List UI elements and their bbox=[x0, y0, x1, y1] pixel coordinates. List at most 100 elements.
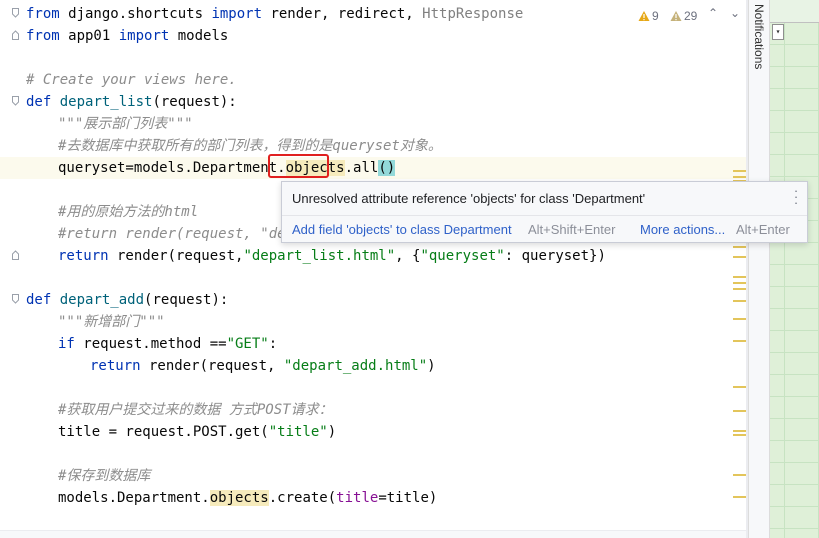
string: "GET" bbox=[226, 336, 269, 352]
error-stripe-mark[interactable] bbox=[733, 276, 746, 278]
code-text: render(request, bbox=[108, 248, 244, 264]
annotation-highlight-box bbox=[268, 154, 329, 178]
add-field-quick-fix-link[interactable]: Add field 'objects' to class Department bbox=[292, 222, 512, 237]
fold-marker-icon[interactable] bbox=[12, 30, 19, 40]
function-name: depart_add bbox=[59, 292, 145, 308]
keyword: from bbox=[26, 6, 60, 22]
keyword: return bbox=[90, 358, 141, 374]
code-line-7[interactable]: #去数据库中获取所有的部门列表，得到的是queryset对象。 bbox=[58, 135, 442, 157]
code-line-15[interactable]: """新增部门""" bbox=[58, 311, 165, 333]
code-text: app01 bbox=[59, 28, 119, 44]
more-actions-shortcut: Alt+Enter bbox=[736, 222, 790, 237]
error-stripe-mark[interactable] bbox=[733, 434, 746, 436]
string: "depart_add.html" bbox=[283, 358, 428, 374]
code-line-5[interactable]: def depart_list(request): bbox=[26, 91, 237, 113]
code-text: =title) bbox=[378, 490, 438, 506]
popup-divider bbox=[282, 215, 807, 216]
code-text: : bbox=[268, 336, 278, 352]
error-stripe-mark[interactable] bbox=[733, 300, 746, 302]
error-stripe-mark[interactable] bbox=[733, 318, 746, 320]
notifications-label[interactable]: Notifications bbox=[752, 4, 766, 69]
code-text: models.Department. bbox=[58, 490, 210, 506]
error-stripe-mark[interactable] bbox=[733, 430, 746, 432]
editor-bottom-edge bbox=[0, 530, 748, 538]
previous-highlight-chevron-up-icon[interactable]: ⌃ bbox=[706, 6, 720, 20]
code-text: .create( bbox=[268, 490, 337, 506]
error-stripe-mark[interactable] bbox=[733, 170, 746, 172]
error-stripe-mark[interactable] bbox=[733, 496, 746, 498]
matched-parens: () bbox=[378, 160, 396, 176]
keyword: return bbox=[58, 248, 109, 264]
comment: #return render(request, "dep bbox=[58, 226, 295, 242]
code-line-12[interactable]: return render(request,"depart_list.html"… bbox=[58, 245, 606, 267]
code-line-6[interactable]: """展示部门列表""" bbox=[58, 113, 193, 135]
spreadsheet-header bbox=[770, 0, 819, 23]
code-line-16[interactable]: if request.method =="GET": bbox=[58, 333, 277, 355]
code-line-11[interactable]: #return render(request, "dep bbox=[58, 223, 294, 245]
error-stripe-mark[interactable] bbox=[733, 282, 746, 284]
error-stripe-mark[interactable] bbox=[733, 340, 746, 342]
docstring: """新增部门""" bbox=[58, 314, 165, 330]
fold-marker-icon[interactable] bbox=[12, 294, 19, 304]
fold-marker-icon[interactable] bbox=[12, 250, 19, 260]
more-actions-link[interactable]: More actions... bbox=[640, 222, 725, 237]
code-editor[interactable]: from django.shortcuts import render, red… bbox=[0, 0, 748, 538]
fold-marker-icon[interactable] bbox=[12, 96, 19, 106]
code-line-10[interactable]: #用的原始方法的html bbox=[58, 201, 198, 223]
code-line-14[interactable]: def depart_add(request): bbox=[26, 289, 228, 311]
notifications-tool-window-strip[interactable]: Notifications bbox=[748, 0, 770, 538]
code-line-22[interactable]: #保存到数据库 bbox=[58, 465, 150, 487]
comment: #保存到数据库 bbox=[58, 468, 151, 484]
error-stripe-mark[interactable] bbox=[733, 386, 746, 388]
string: "title" bbox=[268, 424, 328, 440]
code-line-23[interactable]: models.Department.objects.create(title=t… bbox=[58, 487, 437, 509]
code-text: , { bbox=[395, 248, 421, 264]
code-line-20[interactable]: title = request.POST.get("title") bbox=[58, 421, 336, 443]
code-line-17[interactable]: return render(request, "depart_add.html"… bbox=[90, 355, 436, 377]
quick-fix-shortcut: Alt+Shift+Enter bbox=[528, 222, 616, 237]
editor-gutter[interactable] bbox=[0, 0, 22, 538]
code-text: ) bbox=[327, 424, 337, 440]
weak-warnings-indicator[interactable]: 29 bbox=[670, 6, 697, 26]
string: "depart_list.html" bbox=[243, 248, 396, 264]
code-text: title = request.POST.get( bbox=[58, 424, 269, 440]
code-text: .all bbox=[344, 160, 379, 176]
keyword: if bbox=[58, 336, 75, 352]
more-options-kebab-icon[interactable]: · · · bbox=[791, 184, 801, 209]
weak-warning-icon bbox=[670, 10, 682, 22]
code-line-1[interactable]: from django.shortcuts import render, red… bbox=[26, 3, 523, 25]
code-line-2[interactable]: from app01 import models bbox=[26, 25, 228, 47]
background-spreadsheet bbox=[770, 0, 819, 538]
code-text: : queryset}) bbox=[504, 248, 606, 264]
docstring: """展示部门列表""" bbox=[58, 116, 193, 132]
inspection-popup[interactable]: Unresolved attribute reference 'objects'… bbox=[281, 181, 808, 243]
code-text: render, redirect, bbox=[262, 6, 423, 22]
error-stripe-mark[interactable] bbox=[733, 176, 746, 178]
error-stripe-mark[interactable] bbox=[733, 410, 746, 412]
keyword: import bbox=[118, 28, 170, 44]
dropdown-arrow-icon[interactable]: ▾ bbox=[772, 24, 784, 40]
code-line-19[interactable]: #获取用户提交过来的数据 方式POST请求： bbox=[58, 399, 333, 421]
warning-icon bbox=[638, 10, 650, 22]
next-highlight-chevron-down-icon[interactable]: ⌄ bbox=[728, 6, 742, 20]
weak-warnings-count: 29 bbox=[684, 9, 698, 23]
error-stripe-mark[interactable] bbox=[733, 246, 746, 248]
keyword: def bbox=[26, 94, 52, 110]
code-text: ) bbox=[427, 358, 436, 374]
fold-marker-icon[interactable] bbox=[12, 8, 19, 18]
comment: #用的原始方法的html bbox=[58, 204, 199, 220]
code-line-4[interactable]: # Create your views here. bbox=[26, 69, 237, 91]
comment: # Create your views here. bbox=[26, 72, 237, 88]
keyword-argument: title bbox=[336, 490, 379, 506]
keyword: def bbox=[26, 292, 52, 308]
code-line-8[interactable]: queryset=models.Department.objects.all() bbox=[58, 157, 396, 179]
code-text: request.method == bbox=[74, 336, 227, 352]
error-stripe-mark[interactable] bbox=[733, 288, 746, 290]
error-stripe-mark[interactable] bbox=[733, 256, 746, 258]
warnings-indicator[interactable]: 9 bbox=[638, 6, 659, 26]
unresolved-reference[interactable]: objects bbox=[209, 490, 269, 506]
code-text: (request): bbox=[144, 292, 229, 308]
error-stripe-mark[interactable] bbox=[733, 474, 746, 476]
